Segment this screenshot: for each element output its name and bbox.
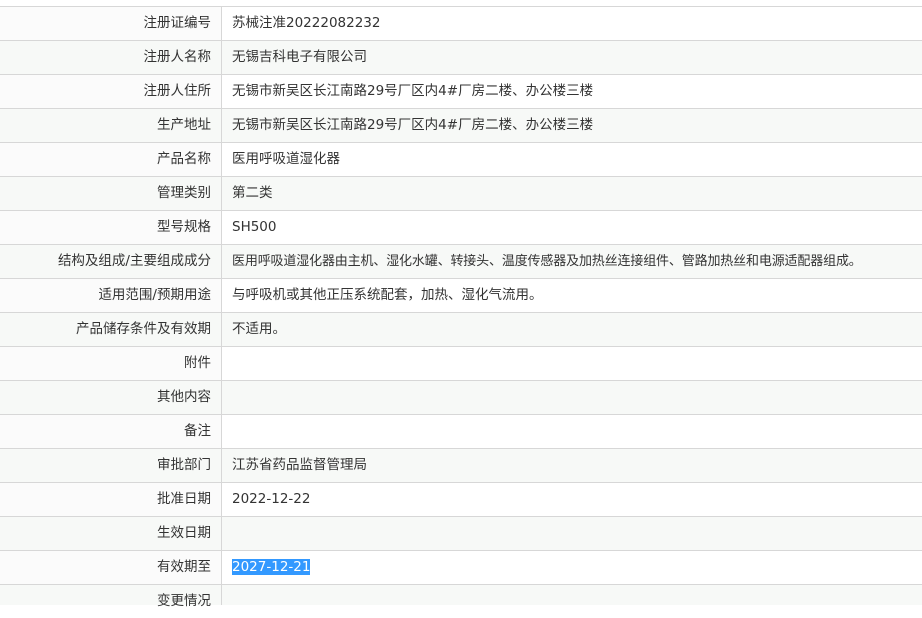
field-value: 苏械注准20222082232 [232,15,381,31]
field-label: 生效日期 [0,517,222,550]
table-row: 备注 [0,415,922,449]
field-value: 无锡吉科电子有限公司 [222,41,922,74]
table-row: 生效日期 [0,517,922,551]
field-value: 无锡市新吴区长江南路29号厂区内4#厂房二楼、办公楼三楼 [222,109,922,142]
field-value [222,517,922,550]
field-value: 江苏省药品监督管理局 [222,449,922,482]
field-value [222,381,922,414]
field-label: 变更情况 [0,585,222,609]
field-label: 注册人名称 [0,41,222,74]
field-label: 附件 [0,347,222,380]
field-value: 不适用。 [222,313,922,346]
field-label: 型号规格 [0,211,222,244]
field-label: 适用范围/预期用途 [0,279,222,312]
field-label: 审批部门 [0,449,222,482]
field-value: 第二类 [222,177,922,210]
table-row: 附件 [0,347,922,381]
field-label: 管理类别 [0,177,222,210]
table-row: 产品名称 医用呼吸道湿化器 [0,143,922,177]
table-row: 适用范围/预期用途 与呼吸机或其他正压系统配套，加热、湿化气流用。 [0,279,922,313]
field-label: 有效期至 [0,551,222,584]
field-label: 产品储存条件及有效期 [0,313,222,346]
registration-details-table: 注册证编号 苏械注准20222082232 注册人名称 无锡吉科电子有限公司 注… [0,6,922,609]
selected-expiry-date[interactable]: 2027-12-21 [232,559,311,575]
table-row: 产品储存条件及有效期 不适用。 [0,313,922,347]
table-row: 型号规格 SH500 [0,211,922,245]
field-label: 注册证编号 [0,7,222,40]
field-label: 注册人住所 [0,75,222,108]
field-value [222,415,922,448]
field-label: 批准日期 [0,483,222,516]
table-row: 结构及组成/主要组成成分 医用呼吸道湿化器由主机、湿化水罐、转接头、温度传感器及… [0,245,922,279]
field-value[interactable]: 2027-12-21 [222,551,922,584]
field-label: 结构及组成/主要组成成分 [0,245,222,278]
table-row: 其他内容 [0,381,922,415]
field-label: 其他内容 [0,381,222,414]
table-row: 注册人住所 无锡市新吴区长江南路29号厂区内4#厂房二楼、办公楼三楼 [0,75,922,109]
table-row: 变更情况 [0,585,922,609]
table-row: 批准日期 2022-12-22 [0,483,922,517]
table-row: 注册人名称 无锡吉科电子有限公司 [0,41,922,75]
table-row: 生产地址 无锡市新吴区长江南路29号厂区内4#厂房二楼、办公楼三楼 [0,109,922,143]
field-value [222,585,922,605]
table-row: 有效期至 2027-12-21 [0,551,922,585]
field-value: 与呼吸机或其他正压系统配套，加热、湿化气流用。 [232,287,543,303]
field-label: 备注 [0,415,222,448]
field-value: 无锡市新吴区长江南路29号厂区内4#厂房二楼、办公楼三楼 [232,83,594,99]
table-row: 审批部门 江苏省药品监督管理局 [0,449,922,483]
field-value [222,347,922,380]
field-value: SH500 [232,219,277,235]
table-row: 管理类别 第二类 [0,177,922,211]
field-value: 2022-12-22 [232,491,311,507]
field-value: 医用呼吸道湿化器 [232,151,340,167]
field-value: 医用呼吸道湿化器由主机、湿化水罐、转接头、温度传感器及加热丝连接组件、管路加热丝… [222,245,922,278]
table-row: 注册证编号 苏械注准20222082232 [0,7,922,41]
field-label: 产品名称 [0,143,222,176]
field-label: 生产地址 [0,109,222,142]
